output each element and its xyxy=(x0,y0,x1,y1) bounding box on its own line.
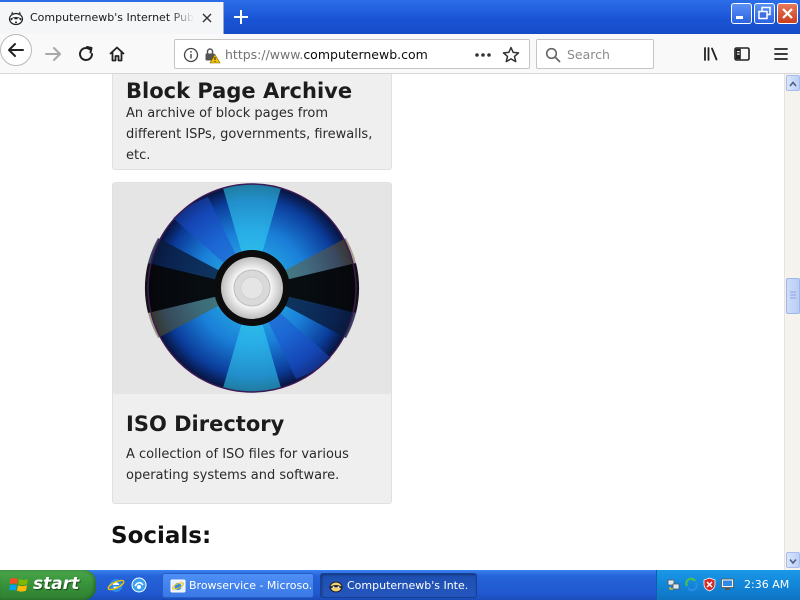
restore-button[interactable] xyxy=(754,3,775,24)
vertical-scrollbar[interactable] xyxy=(784,74,800,570)
card-block-page-archive[interactable]: Block Page Archive An archive of block p… xyxy=(112,74,392,170)
grip-icon xyxy=(790,291,796,299)
browservice-icon xyxy=(170,579,186,593)
monitor-icon[interactable] xyxy=(720,577,735,592)
close-icon xyxy=(782,8,793,19)
browser-tab[interactable]: Computernewb's Internet Pub Hub xyxy=(0,2,224,34)
scroll-down-button[interactable] xyxy=(786,552,800,568)
windows-logo-icon xyxy=(9,578,28,592)
card-title[interactable]: Block Page Archive xyxy=(126,79,352,103)
close-icon[interactable] xyxy=(200,11,214,25)
page-content[interactable]: Block Page Archive An archive of block p… xyxy=(0,74,784,570)
search-input[interactable] xyxy=(567,45,651,63)
hamburger-menu-icon[interactable] xyxy=(766,39,796,69)
sidebar-icon[interactable] xyxy=(727,39,757,69)
search-icon xyxy=(545,47,561,63)
tab-title: Computernewb's Internet Pub Hub xyxy=(30,11,194,24)
show-desktop-icon[interactable] xyxy=(130,576,148,594)
taskbar-item-computernewb[interactable]: Computernewb's Inte... xyxy=(320,573,477,598)
raccoon-logo-icon xyxy=(8,11,24,26)
star-icon[interactable] xyxy=(501,45,521,65)
scroll-thumb[interactable] xyxy=(786,278,800,314)
search-bar[interactable] xyxy=(536,39,654,69)
minimize-icon xyxy=(736,16,743,19)
card-description: A collection of ISO files for various op… xyxy=(126,447,349,483)
lock-warning-icon[interactable] xyxy=(203,46,221,64)
card-title[interactable]: ISO Directory xyxy=(126,412,284,436)
raccoon-logo-icon xyxy=(329,581,343,593)
card-iso-directory[interactable]: ISO Directory A collection of ISO files … xyxy=(112,182,392,504)
clock[interactable]: 2:36 AM xyxy=(744,578,789,591)
plus-icon[interactable] xyxy=(230,6,252,28)
window-close-button[interactable] xyxy=(777,3,798,24)
card-description: An archive of block pages from different… xyxy=(126,106,373,163)
minimize-button[interactable] xyxy=(731,3,752,24)
security-shield-icon[interactable] xyxy=(702,577,717,592)
url-domain: computernewb.com xyxy=(303,47,428,62)
scroll-up-button[interactable] xyxy=(786,75,800,91)
arrow-left-icon xyxy=(8,43,24,57)
restore-icon xyxy=(758,6,771,20)
taskbar-item-browservice[interactable]: Browservice - Microso... xyxy=(162,573,314,598)
internet-explorer-icon[interactable] xyxy=(107,576,125,594)
title-bar: Computernewb's Internet Pub Hub xyxy=(0,0,800,34)
library-icon[interactable] xyxy=(696,39,726,69)
url-text[interactable]: https://www.computernewb.com xyxy=(225,47,428,62)
taskbar: start Browservice - Microso... Computern… xyxy=(0,570,800,600)
cd-disc-icon xyxy=(144,183,360,393)
reload-icon[interactable] xyxy=(71,39,101,69)
back-button[interactable] xyxy=(0,34,32,66)
socials-heading: Socials: xyxy=(111,523,212,549)
sync-icon[interactable] xyxy=(684,577,699,592)
more-horizontal-icon[interactable] xyxy=(473,46,493,64)
url-prefix: https://www. xyxy=(225,47,304,62)
network-icon[interactable] xyxy=(666,577,681,592)
card-image[interactable] xyxy=(113,183,391,394)
chevron-up-icon xyxy=(789,81,797,87)
navigation-toolbar: https://www.computernewb.com xyxy=(0,34,800,74)
task-label: Browservice - Microso... xyxy=(189,579,311,592)
url-bar[interactable]: https://www.computernewb.com xyxy=(174,39,530,69)
info-icon[interactable] xyxy=(183,47,199,63)
start-button[interactable]: start xyxy=(0,570,96,600)
chevron-down-icon xyxy=(789,558,797,565)
arrow-right-icon[interactable] xyxy=(39,39,69,69)
task-label: Computernewb's Inte... xyxy=(347,579,469,592)
home-icon[interactable] xyxy=(102,39,132,69)
system-tray: 2:36 AM xyxy=(656,570,800,600)
start-label: start xyxy=(33,574,80,594)
